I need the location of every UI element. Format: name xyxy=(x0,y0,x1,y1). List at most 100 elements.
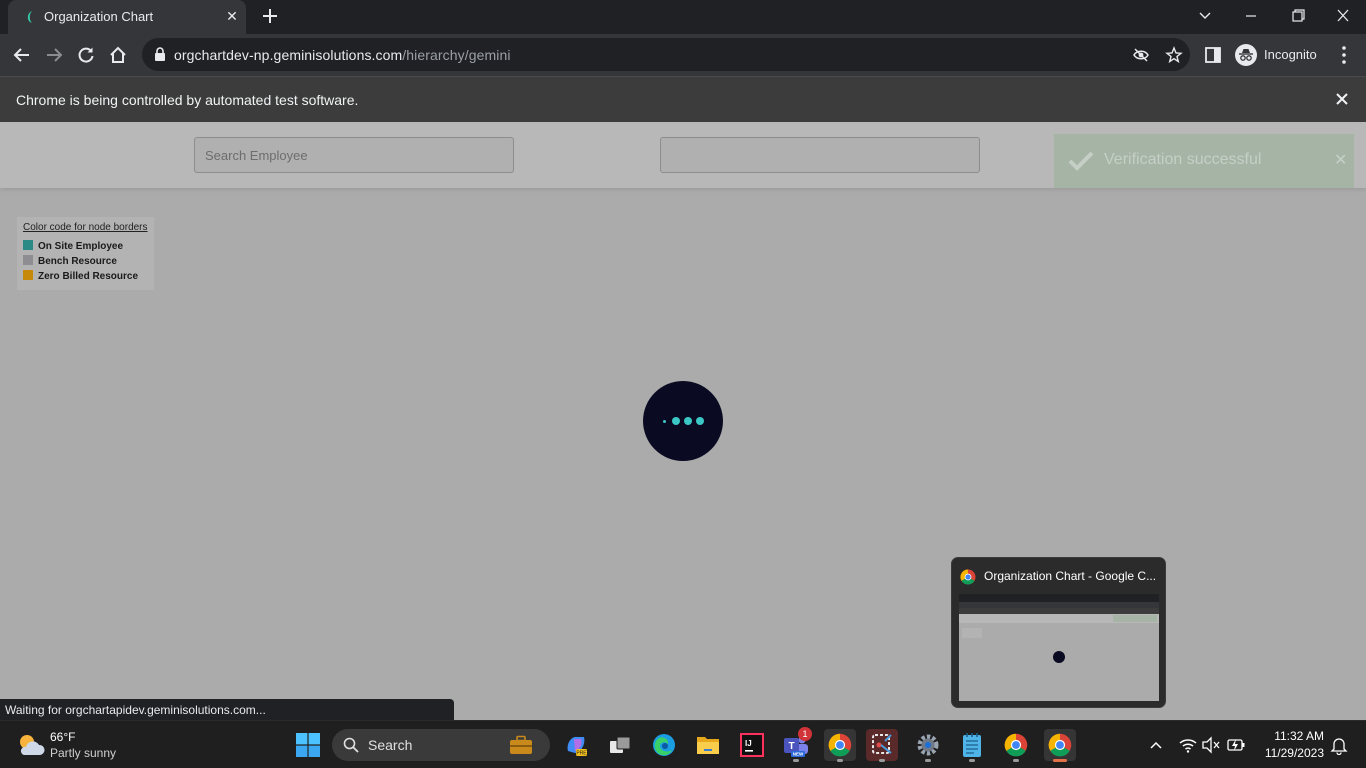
taskbar-snipping-tool[interactable] xyxy=(866,729,898,762)
taskbar-search-box[interactable]: Search xyxy=(332,729,550,761)
weather-temperature[interactable]: 66°F xyxy=(50,730,75,744)
url-path: /hierarchy/gemini xyxy=(402,47,511,63)
volume-muted-icon[interactable] xyxy=(1201,735,1221,755)
loader-dot xyxy=(696,417,704,425)
svg-text:IJ: IJ xyxy=(745,739,752,748)
taskbar-intellij-app[interactable]: IJ xyxy=(736,729,768,761)
chrome-icon xyxy=(1004,733,1028,757)
thumb-legend xyxy=(962,628,982,638)
thumb-loader xyxy=(1053,651,1065,663)
tab-close-icon[interactable]: ✕ xyxy=(224,8,240,24)
taskbar-notepad-app[interactable] xyxy=(956,729,988,762)
address-bar[interactable]: orgchartdev-np.geminisolutions.com/hiera… xyxy=(142,38,1190,71)
weather-description[interactable]: Partly sunny xyxy=(50,746,116,760)
incognito-icon xyxy=(1235,44,1257,66)
copilot-icon: PRE xyxy=(567,736,587,757)
legend-label: Bench Resource xyxy=(38,256,117,267)
taskbar-chrome-app-2[interactable] xyxy=(1000,729,1032,762)
legend-swatch xyxy=(23,270,33,280)
legend-title: Color code for node borders xyxy=(23,222,148,233)
loader-dot xyxy=(663,420,666,423)
url-text[interactable]: orgchartdev-np.geminisolutions.com/hiera… xyxy=(174,47,511,63)
edge-icon xyxy=(653,734,675,756)
taskbar-teams-app[interactable]: T NEW 1 xyxy=(780,727,812,762)
lock-icon[interactable] xyxy=(154,47,166,61)
clock-time[interactable]: 11:32 AM xyxy=(1258,729,1324,743)
taskbar-file-explorer[interactable] xyxy=(692,729,724,761)
incognito-label: Incognito xyxy=(1264,47,1317,62)
chrome-icon xyxy=(1048,733,1072,757)
legend-swatch xyxy=(23,240,33,250)
chrome-icon xyxy=(828,733,852,757)
toast-message: Verification successful xyxy=(1104,151,1262,168)
running-indicator xyxy=(879,759,885,762)
intellij-icon: IJ xyxy=(740,733,764,757)
app-favicon-icon xyxy=(27,11,32,23)
battery-charging-icon[interactable] xyxy=(1226,735,1246,755)
windows-taskbar: 66°F Partly sunny Search PRE IJ T NEW 1 … xyxy=(0,720,1366,768)
taskbar-copilot-app[interactable]: PRE xyxy=(560,729,592,761)
taskbar-window-preview[interactable]: Organization Chart - Google C... xyxy=(951,557,1166,708)
running-indicator xyxy=(925,759,931,762)
side-panel-icon[interactable] xyxy=(1204,46,1222,64)
active-indicator xyxy=(1053,759,1067,762)
folder-icon xyxy=(697,737,719,754)
preview-thumbnail[interactable] xyxy=(959,594,1159,701)
taskbar-chrome-app-3[interactable] xyxy=(1044,729,1076,762)
restore-icon[interactable] xyxy=(1285,6,1309,26)
search-employee-input[interactable] xyxy=(194,137,514,173)
notification-bell-icon[interactable] xyxy=(1329,735,1349,755)
running-indicator xyxy=(793,759,799,762)
windows-start-icon[interactable] xyxy=(296,733,320,757)
clock-date[interactable]: 11/29/2023 xyxy=(1252,746,1324,760)
infobar-message: Chrome is being controlled by automated … xyxy=(16,92,359,108)
legend-swatch xyxy=(23,255,33,265)
taskbar-task-view[interactable] xyxy=(604,729,636,761)
loading-spinner xyxy=(643,381,723,461)
partly-sunny-weather-icon[interactable] xyxy=(16,731,46,759)
legend-label: Zero Billed Resource xyxy=(38,271,139,282)
taskbar-settings-app[interactable] xyxy=(912,729,944,762)
home-icon[interactable] xyxy=(108,45,128,65)
running-indicator xyxy=(969,759,975,762)
show-hidden-icons-chevron-icon[interactable] xyxy=(1146,735,1166,755)
taskbar-search-label: Search xyxy=(368,737,413,753)
status-text: Waiting for orgchartapidev.geminisolutio… xyxy=(5,703,266,717)
preview-title: Organization Chart - Google C... xyxy=(984,569,1157,583)
back-icon[interactable] xyxy=(12,45,32,65)
close-window-icon[interactable] xyxy=(1331,6,1355,26)
taskbar-chrome-app-1[interactable] xyxy=(824,729,856,762)
infobar-close-icon[interactable] xyxy=(1334,91,1350,107)
svg-text:NEW: NEW xyxy=(793,752,804,757)
running-indicator xyxy=(1013,759,1019,762)
bookmark-star-icon[interactable] xyxy=(1165,46,1183,64)
task-view-icon xyxy=(610,736,631,753)
tab-organization-chart[interactable]: Organization Chart ✕ xyxy=(8,0,246,34)
checkmark-icon xyxy=(1068,151,1094,171)
tab-strip: Organization Chart ✕ xyxy=(0,0,1366,34)
chrome-icon xyxy=(960,569,976,585)
taskbar-edge-app[interactable] xyxy=(648,729,680,761)
tracking-protection-eye-off-icon[interactable] xyxy=(1132,46,1150,64)
wifi-icon[interactable] xyxy=(1178,735,1198,755)
tab-search-chevron-icon[interactable] xyxy=(1193,6,1217,26)
svg-text:PRE: PRE xyxy=(576,751,587,757)
secondary-input[interactable] xyxy=(660,137,980,173)
incognito-indicator[interactable]: Incognito xyxy=(1234,43,1322,67)
search-icon xyxy=(343,737,359,753)
page-header: Verification successful ✕ xyxy=(0,122,1366,188)
legend-label: On Site Employee xyxy=(38,241,124,252)
chrome-menu-icon[interactable] xyxy=(1340,44,1348,66)
forward-icon[interactable] xyxy=(44,45,64,65)
minimize-icon[interactable] xyxy=(1239,6,1263,26)
reload-icon[interactable] xyxy=(76,45,96,65)
new-tab-icon[interactable] xyxy=(260,6,280,26)
snipping-tool-icon xyxy=(872,734,892,754)
loader-dot xyxy=(672,417,680,425)
verification-toast: Verification successful ✕ xyxy=(1054,134,1354,188)
thumb-toast xyxy=(1113,615,1157,622)
url-host: orgchartdev-np.geminisolutions.com xyxy=(174,47,403,63)
toast-close-icon[interactable]: ✕ xyxy=(1334,150,1347,170)
notepad-icon xyxy=(963,733,981,757)
browser-toolbar: orgchartdev-np.geminisolutions.com/hiera… xyxy=(0,34,1366,76)
